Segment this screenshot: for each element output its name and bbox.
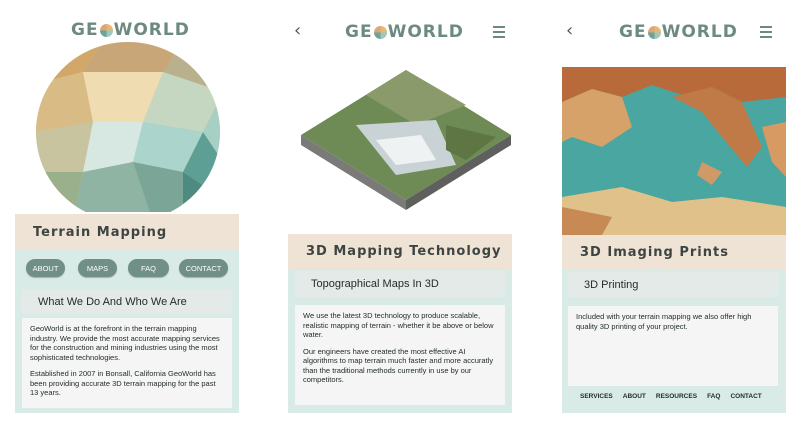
- paragraph: Our engineers have created the most effe…: [303, 346, 494, 385]
- footer-link-about[interactable]: ABOUT: [623, 393, 646, 400]
- paragraph: Included with your terrain mapping we al…: [576, 312, 752, 331]
- paragraph: GeoWorld is at the forefront in the terr…: [30, 324, 220, 362]
- paragraph: We use the latest 3D technology to produ…: [303, 311, 494, 339]
- nav-about-button[interactable]: ABOUT: [26, 259, 65, 277]
- terrain-block-image: [301, 70, 511, 210]
- section-body: GeoWorld is at the forefront in the terr…: [22, 318, 232, 408]
- section-subheading: Topographical Maps In 3D: [295, 271, 505, 297]
- page-title: Terrain Mapping: [15, 214, 239, 250]
- back-icon[interactable]: ‹: [294, 20, 301, 41]
- globe-icon: [373, 25, 387, 39]
- brand-logo[interactable]: GE WORLD: [345, 22, 464, 42]
- footer-link-faq[interactable]: FAQ: [707, 393, 720, 400]
- section-body: We use the latest 3D technology to produ…: [295, 305, 505, 405]
- nav-maps-button[interactable]: MAPS: [78, 259, 117, 277]
- section-subheading: What We Do And Who We Are: [22, 290, 232, 314]
- low-poly-globe-image: [36, 42, 220, 212]
- page-title: 3D Mapping Technology: [288, 234, 512, 269]
- globe-icon: [99, 23, 113, 37]
- back-icon[interactable]: ‹: [566, 20, 573, 41]
- paragraph: Established in 2007 in Bonsall, Californ…: [30, 369, 216, 397]
- footer-link-resources[interactable]: RESOURCES: [656, 393, 697, 400]
- hamburger-menu-icon[interactable]: [760, 26, 772, 38]
- page-title: 3D Imaging Prints: [562, 235, 786, 270]
- footer-nav: SERVICES ABOUT RESOURCES FAQ CONTACT: [580, 393, 762, 400]
- section-body: Included with your terrain mapping we al…: [568, 306, 778, 386]
- footer-link-services[interactable]: SERVICES: [580, 393, 613, 400]
- relief-map-image: [562, 67, 786, 235]
- nav-faq-button[interactable]: FAQ: [128, 259, 169, 277]
- hamburger-menu-icon[interactable]: [493, 26, 505, 38]
- nav-contact-button[interactable]: CONTACT: [179, 259, 228, 277]
- globe-icon: [647, 25, 661, 39]
- footer-link-contact[interactable]: CONTACT: [730, 393, 761, 400]
- section-subheading: 3D Printing: [568, 272, 778, 297]
- brand-logo[interactable]: GE WORLD: [619, 22, 738, 42]
- brand-logo[interactable]: GE WORLD: [71, 20, 190, 40]
